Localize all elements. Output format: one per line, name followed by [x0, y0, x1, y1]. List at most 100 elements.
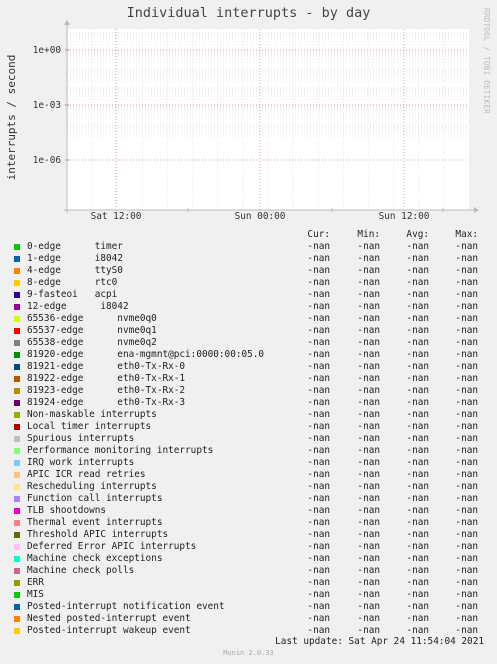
legend-value-max: -nan: [455, 433, 478, 444]
legend-row: MIS -nan -nan -nan -nan: [0, 589, 497, 601]
legend-label: 65538-edge nvme0q2: [27, 337, 157, 348]
legend-label: 81920-edge ena-mgmnt@pci:0000:00:05.0: [27, 349, 265, 360]
legend-value-max: -nan: [455, 241, 478, 252]
legend-row: Spurious interrupts -nan -nan -nan -nan: [0, 433, 497, 445]
legend-swatch: [14, 592, 20, 598]
legend-label: Threshold APIC interrupts: [27, 529, 169, 540]
legend-label: Non-maskable interrupts: [27, 409, 157, 420]
y-tick-label: 1e-03: [33, 100, 61, 111]
legend-label: 9-fasteoi acpi: [27, 289, 118, 300]
legend-swatch: [14, 460, 20, 466]
legend-label: Thermal event interrupts: [27, 517, 163, 528]
legend-label: 0-edge timer: [27, 241, 123, 252]
legend: Cur: Min: Avg: Max: 0-edge timer -nan -nan…: [0, 229, 497, 637]
legend-value-max: -nan: [455, 325, 478, 336]
legend-value-max: -nan: [455, 397, 478, 408]
rrdtool-credit-text: RRDTOOL / TOBI OETIKER: [482, 8, 491, 114]
legend-value-max: -nan: [455, 289, 478, 300]
legend-value-max: -nan: [455, 505, 478, 516]
legend-swatch: [14, 496, 20, 502]
legend-label: MIS: [27, 589, 44, 600]
legend-label: Rescheduling interrupts: [27, 481, 157, 492]
legend-swatch: [14, 280, 20, 286]
legend-swatch: [14, 580, 20, 586]
legend-row: Nested posted-interrupt event -nan -nan -na…: [0, 613, 497, 625]
legend-label: Spurious interrupts: [27, 433, 135, 444]
legend-swatch: [14, 556, 20, 562]
legend-value-max: -nan: [455, 565, 478, 576]
legend-value-max: -nan: [455, 589, 478, 600]
legend-row: 1-edge i8042 -nan -nan -nan -nan: [0, 253, 497, 265]
legend-label: 81922-edge eth0-Tx-Rx-1: [27, 373, 186, 384]
legend-row: Posted-interrupt notification event -nan -…: [0, 601, 497, 613]
y-tick-label: 1e-06: [33, 155, 62, 166]
legend-swatch: [14, 400, 20, 406]
legend-row: 8-edge rtc0 -nan -nan -nan -nan: [0, 277, 497, 289]
legend-swatch: [14, 448, 20, 454]
legend-row: Threshold APIC interrupts -nan -nan -nan -na…: [0, 529, 497, 541]
legend-row: 65536-edge nvme0q0 -nan -nan -nan -nan: [0, 313, 497, 325]
legend-row: APIC ICR read retries -nan -nan -nan -nan: [0, 469, 497, 481]
legend-value-max: -nan: [455, 529, 478, 540]
legend-value-max: -nan: [455, 421, 478, 432]
legend-label: TLB shootdowns: [27, 505, 107, 516]
legend-row: TLB shootdowns -nan -nan -nan -nan: [0, 505, 497, 517]
x-tick-label: Sun 00:00: [235, 211, 286, 222]
rrdtool-credit: RRDTOOL / TOBI OETIKER: [479, 8, 491, 208]
legend-label: 81924-edge eth0-Tx-Rx-3: [27, 397, 186, 408]
y-axis-label: interrupts / second: [5, 55, 18, 181]
legend-swatch: [14, 292, 20, 298]
legend-swatch: [14, 364, 20, 370]
legend-label: 12-edge i8042: [27, 301, 129, 312]
legend-label: ERR: [27, 577, 44, 588]
legend-swatch: [14, 328, 20, 334]
legend-value-max: -nan: [455, 457, 478, 468]
legend-label: Local timer interrupts: [27, 421, 152, 432]
legend-value-max: -nan: [455, 613, 478, 624]
legend-row: 81924-edge eth0-Tx-Rx-3 -nan -nan -nan -nan: [0, 397, 497, 409]
legend-label: Posted-interrupt notification event: [27, 601, 225, 612]
legend-swatch: [14, 628, 20, 634]
legend-value-max: -nan: [455, 361, 478, 372]
legend-swatch: [14, 508, 20, 514]
legend-value-max: -nan: [455, 313, 478, 324]
legend-value-max: -nan: [455, 337, 478, 348]
legend-swatch: [14, 340, 20, 346]
legend-row: 81921-edge eth0-Tx-Rx-0 -nan -nan -nan -nan: [0, 361, 497, 373]
legend-swatch: [14, 424, 20, 430]
legend-row: 12-edge i8042 -nan -nan -nan -nan: [0, 301, 497, 313]
legend-row: Machine check polls -nan -nan -nan -nan: [0, 565, 497, 577]
x-tick-label: Sat 12:00: [91, 211, 142, 222]
legend-value-max: -nan: [455, 409, 478, 420]
legend-value-max: -nan: [455, 469, 478, 480]
legend-row: Local timer interrupts -nan -nan -nan -nan: [0, 421, 497, 433]
legend-swatch: [14, 484, 20, 490]
legend-value-max: -nan: [455, 301, 478, 312]
legend-swatch: [14, 388, 20, 394]
legend-label: Performance monitoring interrupts: [27, 445, 214, 456]
legend-row: 4-edge ttyS0 -nan -nan -nan -nan: [0, 265, 497, 277]
legend-value-max: -nan: [455, 577, 478, 588]
legend-value-max: -nan: [455, 385, 478, 396]
legend-row: 65537-edge nvme0q1 -nan -nan -nan -nan: [0, 325, 497, 337]
legend-swatch: [14, 604, 20, 610]
legend-row: Performance monitoring interrupts -nan -na…: [0, 445, 497, 457]
legend-swatch: [14, 316, 20, 322]
legend-row: IRQ work interrupts -nan -nan -nan -nan: [0, 457, 497, 469]
legend-value-max: -nan: [455, 601, 478, 612]
legend-value-max: -nan: [455, 553, 478, 564]
legend-swatch: [14, 376, 20, 382]
legend-row: Non-maskable interrupts -nan -nan -nan -nan: [0, 409, 497, 421]
y-tick-label: 1e+00: [33, 45, 62, 56]
legend-swatch: [14, 352, 20, 358]
legend-row: Function call interrupts -nan -nan -nan -nan: [0, 493, 497, 505]
legend-value-max: -nan: [455, 517, 478, 528]
legend-label: 1-edge i8042: [27, 253, 123, 264]
legend-row: ERR -nan -nan -nan -nan: [0, 577, 497, 589]
legend-swatch: [14, 412, 20, 418]
legend-swatch: [14, 244, 20, 250]
legend-row: 65538-edge nvme0q2 -nan -nan -nan -nan: [0, 337, 497, 349]
legend-value-max: -nan: [455, 493, 478, 504]
legend-label: 65536-edge nvme0q0: [27, 313, 157, 324]
legend-row: Thermal event interrupts -nan -nan -nan -nan: [0, 517, 497, 529]
